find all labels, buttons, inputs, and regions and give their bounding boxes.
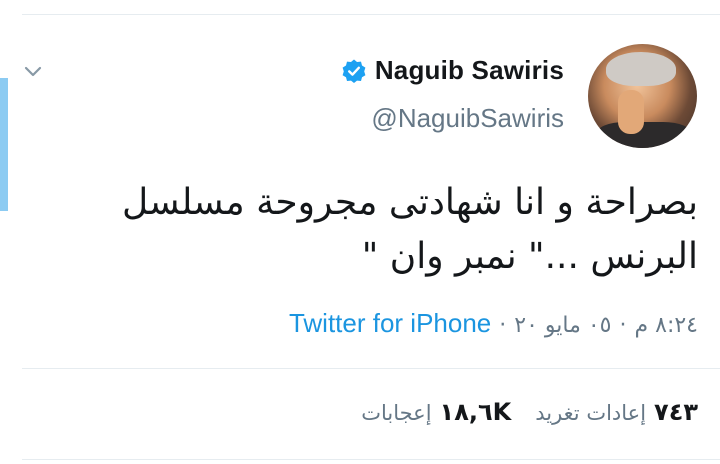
tweet-time[interactable]: ٨:٢٤ م xyxy=(635,313,699,338)
chevron-down-icon[interactable] xyxy=(22,60,44,82)
tweet-source-link[interactable]: Twitter for iPhone xyxy=(289,308,491,339)
avatar-hair xyxy=(606,52,676,86)
likes-stat[interactable]: ١٨,٦K إعجابات xyxy=(361,398,511,426)
likes-count: ١٨,٦K xyxy=(439,398,512,426)
tweet-meta: ٨:٢٤ م · ٠٥ مايو ٢٠ · Twitter for iPhone xyxy=(289,308,698,339)
avatar[interactable] xyxy=(588,44,697,148)
scroll-indicator xyxy=(0,78,8,211)
likes-label: إعجابات xyxy=(361,401,432,425)
tweet-line-2: البرنس ..." نمبر وان " xyxy=(361,236,698,277)
meta-separator: · xyxy=(619,313,627,338)
retweets-count: ٧٤٣ xyxy=(654,398,698,426)
author-name[interactable]: Naguib Sawiris xyxy=(375,55,564,86)
avatar-hand xyxy=(618,90,644,134)
tweet-stats: ٧٤٣ إعادات تغريد ١٨,٦K إعجابات xyxy=(361,398,698,426)
bottom-divider xyxy=(22,459,720,460)
avatar-shirt xyxy=(596,122,692,148)
meta-separator: · xyxy=(499,313,507,338)
retweets-stat[interactable]: ٧٤٣ إعادات تغريد xyxy=(535,398,698,426)
stats-divider xyxy=(22,368,720,369)
tweet-date[interactable]: ٠٥ مايو ٢٠ xyxy=(514,313,611,338)
author-handle[interactable]: @NaguibSawiris xyxy=(371,103,564,134)
tweet-line-1: بصراحة و انا شهادتى مجروحة مسلسل xyxy=(121,182,698,223)
author-name-row[interactable]: Naguib Sawiris xyxy=(341,55,564,86)
top-divider xyxy=(22,14,720,15)
retweets-label: إعادات تغريد xyxy=(535,401,647,425)
verified-badge-icon xyxy=(342,59,366,83)
tweet-text: بصراحة و انا شهادتى مجروحة مسلسل البرنس … xyxy=(58,176,698,284)
